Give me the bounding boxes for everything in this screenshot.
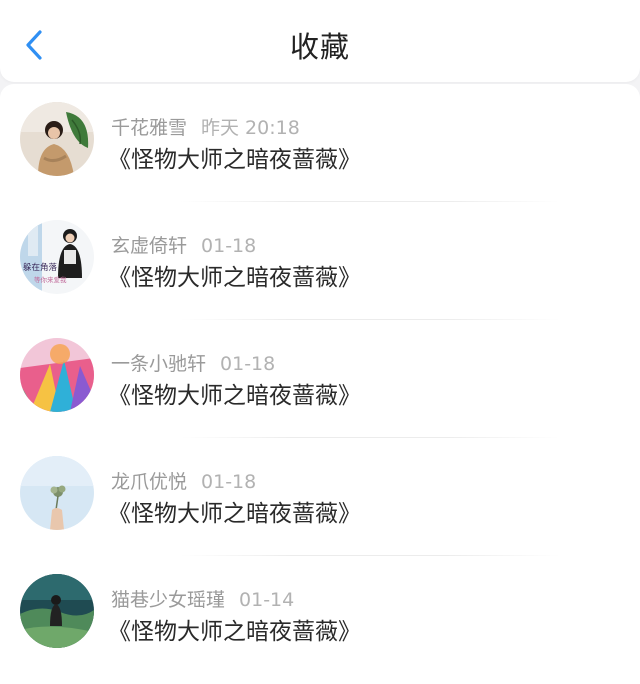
username[interactable]: 猫巷少女瑶瑾 <box>111 589 225 611</box>
avatar-girl-in-corner-icon: 躲在角落 等你来爱我 <box>20 220 94 294</box>
collection-title[interactable]: 《怪物大师之暗夜蔷薇》 <box>108 612 361 646</box>
avatar[interactable] <box>20 338 94 412</box>
avatar-caption-2: 等你来爱我 <box>34 275 67 284</box>
list-item[interactable]: 躲在角落 等你来爱我 玄虚倚轩 01-18 《怪物大师之暗夜蔷薇》 <box>0 202 640 320</box>
avatar-girl-in-landscape-icon <box>20 574 94 648</box>
page-title: 收藏 <box>289 30 350 64</box>
timestamp: 01-18 <box>201 235 257 257</box>
user-info: 千花雅雪 昨天 20:18 <box>111 113 300 140</box>
user-info: 玄虚倚轩 01-18 <box>111 231 256 258</box>
avatar-colorful-balloon-icon <box>20 338 94 412</box>
avatar[interactable] <box>20 574 94 648</box>
username[interactable]: 千花雅雪 <box>111 117 187 139</box>
user-info: 猫巷少女瑶瑾 01-14 <box>111 585 294 612</box>
avatar-hand-holding-flowers-icon <box>20 456 94 530</box>
header-bar: 收藏 <box>0 0 640 82</box>
avatar[interactable]: 躲在角落 等你来爱我 <box>20 220 94 294</box>
username[interactable]: 玄虚倚轩 <box>111 235 187 257</box>
timestamp: 01-18 <box>201 471 257 493</box>
collection-title[interactable]: 《怪物大师之暗夜蔷薇》 <box>108 376 361 410</box>
collection-title[interactable]: 《怪物大师之暗夜蔷薇》 <box>108 258 361 292</box>
user-info: 龙爪优悦 01-18 <box>111 467 256 494</box>
timestamp: 昨天 20:18 <box>201 117 300 139</box>
list-item[interactable]: 猫巷少女瑶瑾 01-14 《怪物大师之暗夜蔷薇》 <box>0 556 640 674</box>
list-item[interactable]: 龙爪优悦 01-18 《怪物大师之暗夜蔷薇》 <box>0 438 640 556</box>
collection-title[interactable]: 《怪物大师之暗夜蔷薇》 <box>108 140 361 174</box>
list-item[interactable]: 一条小驰轩 01-18 《怪物大师之暗夜蔷薇》 <box>0 320 640 438</box>
list-item[interactable]: 千花雅雪 昨天 20:18 《怪物大师之暗夜蔷薇》 <box>0 84 640 202</box>
username[interactable]: 一条小驰轩 <box>111 353 206 375</box>
timestamp: 01-14 <box>239 589 295 611</box>
timestamp: 01-18 <box>220 353 276 375</box>
user-info: 一条小驰轩 01-18 <box>111 349 275 376</box>
username[interactable]: 龙爪优悦 <box>111 471 187 493</box>
favorites-list: 千花雅雪 昨天 20:18 《怪物大师之暗夜蔷薇》 躲在角落 等你来爱我 玄虚倚轩… <box>0 84 640 684</box>
avatar[interactable] <box>20 456 94 530</box>
avatar-girl-with-leaf-icon <box>20 102 94 176</box>
avatar-caption-1: 躲在角落 <box>23 262 58 273</box>
avatar[interactable] <box>20 102 94 176</box>
collection-title[interactable]: 《怪物大师之暗夜蔷薇》 <box>108 494 361 528</box>
